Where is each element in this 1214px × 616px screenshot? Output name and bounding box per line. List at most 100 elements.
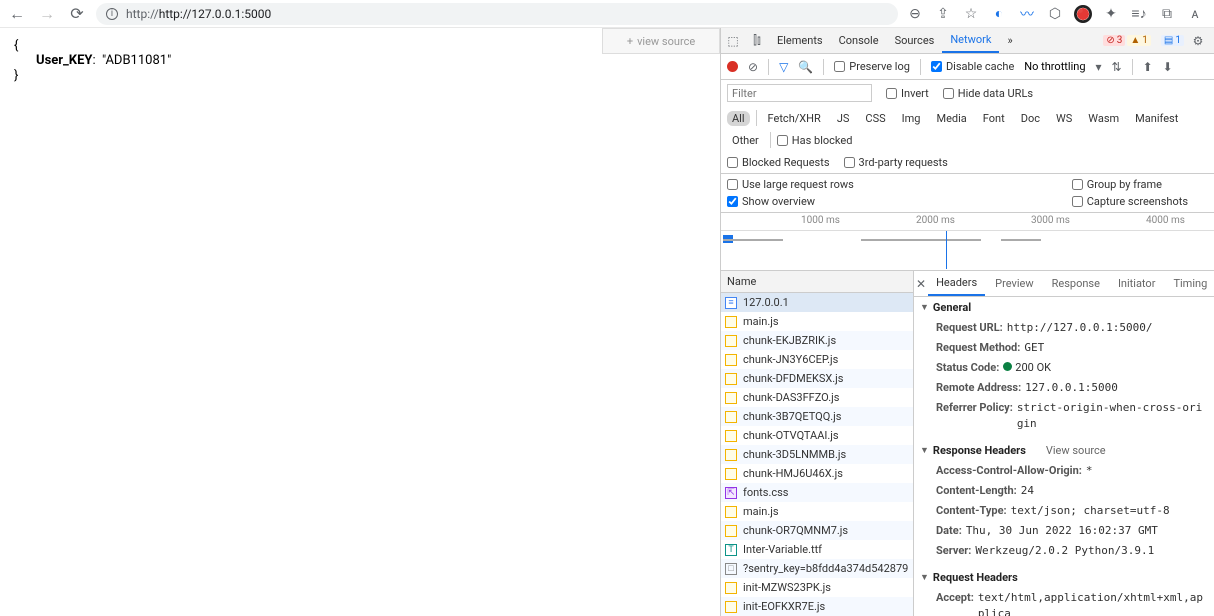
detail-tab-preview[interactable]: Preview bbox=[987, 271, 1041, 296]
tab-console[interactable]: Console bbox=[831, 28, 887, 53]
ext-icon-1[interactable]: ◐ bbox=[990, 5, 1008, 23]
wifi-icon[interactable]: ⇅ bbox=[1112, 60, 1122, 74]
filter-type-media[interactable]: Media bbox=[931, 111, 971, 126]
warning-badge[interactable]: ▲1 bbox=[1127, 35, 1151, 46]
request-name: chunk-EKJBZRIK.js bbox=[743, 334, 836, 347]
detail-tab-response[interactable]: Response bbox=[1044, 271, 1108, 296]
filter-type-css[interactable]: CSS bbox=[860, 111, 890, 126]
device-icon[interactable]: ⫿⫾ bbox=[745, 33, 769, 48]
throttling-select[interactable]: No throttling bbox=[1024, 60, 1085, 73]
ext-icon-3[interactable]: ⬡ bbox=[1046, 5, 1064, 23]
forward-button[interactable]: → bbox=[36, 3, 58, 25]
request-row[interactable]: chunk-DFDMEKSX.js bbox=[721, 369, 913, 388]
filter-type-other[interactable]: Other bbox=[727, 133, 764, 148]
detail-tab-initiator[interactable]: Initiator bbox=[1110, 271, 1164, 296]
request-row[interactable]: chunk-JN3Y6CEP.js bbox=[721, 350, 913, 369]
show-overview-checkbox[interactable]: Show overview bbox=[727, 195, 854, 208]
request-row[interactable]: chunk-EKJBZRIK.js bbox=[721, 331, 913, 350]
request-name: chunk-DAS3FFZO.js bbox=[743, 391, 839, 404]
extensions-icon[interactable]: ✦ bbox=[1102, 5, 1120, 23]
filter-type-all[interactable]: All bbox=[727, 111, 750, 126]
section-response-headers[interactable]: ▼Response HeadersView source bbox=[914, 440, 1214, 461]
request-row[interactable]: □?sentry_key=b8fdd4a374d542879 bbox=[721, 559, 913, 578]
import-icon[interactable]: ⬆ bbox=[1143, 60, 1153, 74]
search-icon[interactable]: 🔍 bbox=[798, 60, 813, 74]
record-button[interactable] bbox=[727, 61, 738, 72]
request-name: init-MZWS23PK.js bbox=[743, 581, 831, 594]
request-row[interactable]: chunk-3D5LNMMB.js bbox=[721, 445, 913, 464]
zoom-icon[interactable]: ⊖ bbox=[906, 5, 924, 23]
throttle-chevron-icon[interactable]: ▾ bbox=[1096, 60, 1102, 74]
section-request-headers[interactable]: ▼Request Headers bbox=[914, 567, 1214, 588]
request-row[interactable]: main.js bbox=[721, 502, 913, 521]
tab-network[interactable]: Network bbox=[942, 28, 999, 53]
request-row[interactable]: init-MZWS23PK.js bbox=[721, 578, 913, 597]
request-row[interactable]: chunk-OR7QMNM7.js bbox=[721, 521, 913, 540]
request-row[interactable]: chunk-DAS3FFZO.js bbox=[721, 388, 913, 407]
request-row[interactable]: chunk-HMJ6U46X.js bbox=[721, 464, 913, 483]
filter-icon[interactable]: ▽ bbox=[779, 60, 788, 74]
share-icon[interactable]: ⇪ bbox=[934, 5, 952, 23]
view-source-link[interactable]: View source bbox=[1046, 444, 1106, 457]
ext-icon-2[interactable]: 〰 bbox=[1018, 5, 1036, 23]
messages-badge[interactable]: ▤1 bbox=[1161, 35, 1184, 46]
tab-sources[interactable]: Sources bbox=[887, 28, 943, 53]
js-file-icon bbox=[725, 354, 737, 366]
js-file-icon bbox=[725, 316, 737, 328]
filter-type-manifest[interactable]: Manifest bbox=[1130, 111, 1183, 126]
preserve-log-checkbox[interactable]: Preserve log bbox=[834, 60, 910, 73]
view-source-button[interactable]: + view source bbox=[602, 28, 720, 54]
filter-type-img[interactable]: Img bbox=[897, 111, 926, 126]
disable-cache-checkbox[interactable]: Disable cache bbox=[931, 60, 1014, 73]
error-badge[interactable]: ⊘3 bbox=[1103, 35, 1125, 46]
filter-type-doc[interactable]: Doc bbox=[1016, 111, 1045, 126]
blocked-requests-checkbox[interactable]: Blocked Requests bbox=[727, 156, 830, 169]
request-row[interactable]: ⇱fonts.css bbox=[721, 483, 913, 502]
request-row[interactable]: init-EOFKXR7E.js bbox=[721, 597, 913, 616]
filter-input[interactable] bbox=[727, 84, 872, 102]
tabs-overflow[interactable]: » bbox=[999, 28, 1020, 53]
reload-button[interactable]: ⟳ bbox=[66, 3, 88, 25]
network-timeline[interactable]: 1000 ms 2000 ms 3000 ms 4000 ms bbox=[721, 213, 1214, 271]
export-icon[interactable]: ⬇ bbox=[1163, 60, 1173, 74]
group-by-frame-checkbox[interactable]: Group by frame bbox=[1072, 178, 1188, 191]
ext-icon-6[interactable]: ⧉ bbox=[1158, 5, 1176, 23]
third-party-checkbox[interactable]: 3rd-party requests bbox=[844, 156, 948, 169]
column-name[interactable]: Name bbox=[721, 271, 913, 293]
request-row[interactable]: chunk-3B7QETQQ.js bbox=[721, 407, 913, 426]
request-name: main.js bbox=[743, 315, 779, 328]
detail-tab-timing[interactable]: Timing bbox=[1165, 271, 1214, 296]
network-detail-panel: ✕ Headers Preview Response Initiator Tim… bbox=[914, 271, 1214, 616]
bookmark-icon[interactable]: ☆ bbox=[962, 5, 980, 23]
invert-checkbox[interactable]: Invert bbox=[886, 87, 929, 100]
request-name: chunk-3B7QETQQ.js bbox=[743, 410, 841, 423]
section-general[interactable]: ▼General bbox=[914, 297, 1214, 318]
capture-screenshots-checkbox[interactable]: Capture screenshots bbox=[1072, 195, 1188, 208]
url-bar[interactable]: i http://http://127.0.0.1:5000 bbox=[96, 3, 898, 25]
filter-type-font[interactable]: Font bbox=[978, 111, 1010, 126]
detail-tabs: ✕ Headers Preview Response Initiator Tim… bbox=[914, 271, 1214, 297]
close-detail-icon[interactable]: ✕ bbox=[916, 277, 926, 291]
inspect-icon[interactable]: ⬚ bbox=[721, 34, 745, 48]
settings-icon[interactable]: ⚙ bbox=[1186, 34, 1210, 48]
detail-tab-headers[interactable]: Headers bbox=[928, 271, 985, 296]
large-rows-checkbox[interactable]: Use large request rows bbox=[727, 178, 854, 191]
ext-icon-5[interactable]: ≡♪ bbox=[1130, 5, 1148, 23]
request-row[interactable]: main.js bbox=[721, 312, 913, 331]
network-request-list: Name ≡127.0.0.1 main.js chunk-EKJBZRIK.js c… bbox=[721, 271, 914, 616]
request-row[interactable]: ≡127.0.0.1 bbox=[721, 293, 913, 312]
clear-button[interactable]: ⊘ bbox=[748, 60, 758, 74]
info-icon: i bbox=[106, 8, 118, 20]
filter-type-ws[interactable]: WS bbox=[1051, 111, 1077, 126]
request-row[interactable]: chunk-OTVQTAAI.js bbox=[721, 426, 913, 445]
has-blocked-checkbox[interactable]: Has blocked bbox=[777, 134, 853, 147]
hide-data-urls-checkbox[interactable]: Hide data URLs bbox=[943, 87, 1033, 100]
filter-type-js[interactable]: JS bbox=[832, 111, 855, 126]
tab-elements[interactable]: Elements bbox=[769, 28, 831, 53]
filter-type-fetchxhr[interactable]: Fetch/XHR bbox=[763, 111, 826, 126]
back-button[interactable]: ← bbox=[6, 3, 28, 25]
filter-type-wasm[interactable]: Wasm bbox=[1083, 111, 1124, 126]
ext-icon-4[interactable] bbox=[1074, 5, 1092, 23]
request-row[interactable]: TInter-Variable.ttf bbox=[721, 540, 913, 559]
ext-icon-7[interactable]: ᴀ bbox=[1186, 5, 1204, 23]
